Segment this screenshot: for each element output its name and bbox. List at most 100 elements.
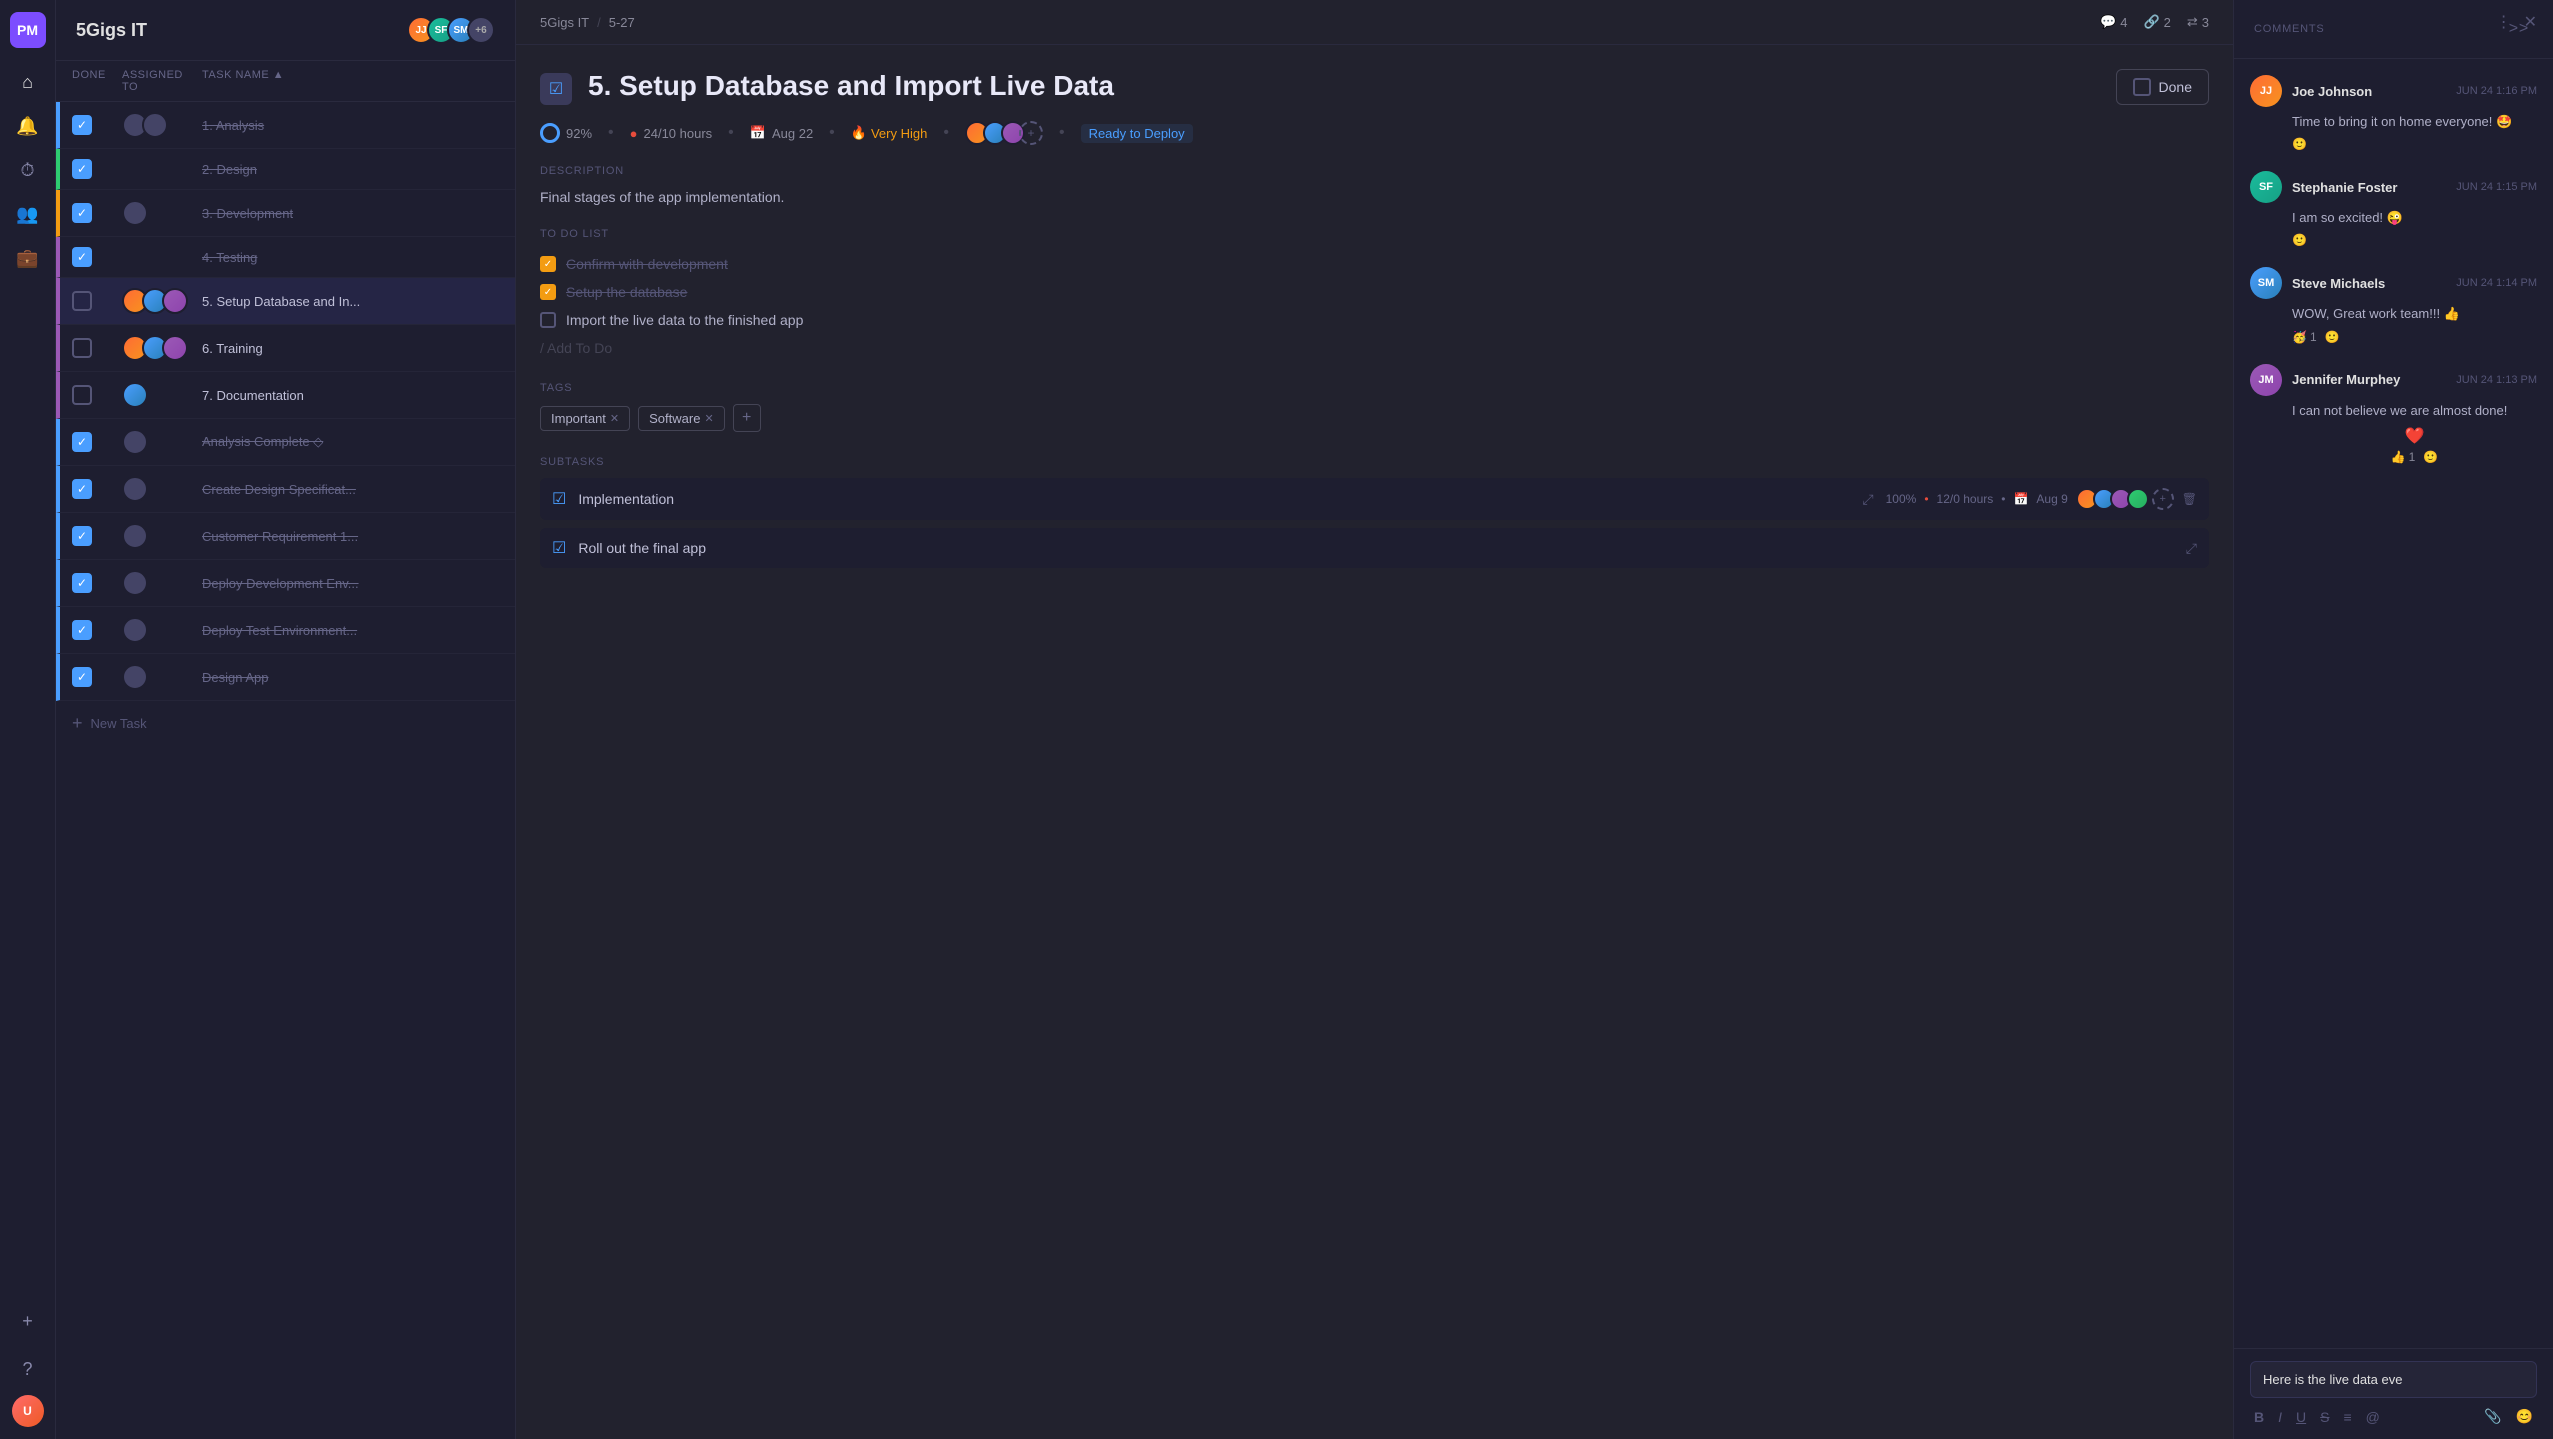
tag-label: Software: [649, 411, 700, 426]
more-options-button[interactable]: ⋮: [2496, 12, 2512, 32]
mention-button[interactable]: @: [2362, 1407, 2384, 1427]
task-checkbox[interactable]: [72, 385, 92, 405]
briefcase-icon[interactable]: 💼: [10, 240, 46, 276]
comments-title: COMMENTS: [2254, 23, 2325, 35]
task-row[interactable]: ✓ 2. Design: [56, 149, 515, 190]
priority-icon: 🔥: [851, 125, 867, 141]
attach-button[interactable]: 📎: [2480, 1406, 2505, 1427]
add-assignee-button[interactable]: +: [1019, 121, 1043, 145]
task-row[interactable]: ✓ Customer Requirement 1...: [56, 513, 515, 560]
comment-badge[interactable]: 💬 4: [2100, 14, 2127, 30]
task-checkbox[interactable]: ✓: [72, 432, 92, 452]
todo-checkbox[interactable]: ✓: [540, 284, 556, 300]
task-row[interactable]: ✓ 4. Testing: [56, 237, 515, 278]
tag-important: Important ✕: [540, 406, 630, 431]
task-name: Analysis Complete ◇: [202, 434, 503, 450]
done-button[interactable]: Done: [2116, 69, 2209, 105]
delete-subtask[interactable]: 🗑: [2182, 492, 2197, 506]
task-row[interactable]: ✓ 1. Analysis: [56, 102, 515, 149]
comment-input[interactable]: [2250, 1361, 2537, 1398]
todo-text: Setup the database: [566, 284, 687, 300]
comment-reactions: 🙂: [2250, 233, 2537, 247]
list-button[interactable]: ≡: [2339, 1407, 2355, 1427]
emoji-reaction-button[interactable]: 🙂: [2292, 233, 2307, 247]
task-assignee: [122, 570, 202, 596]
comment-time: JUN 24 1:13 PM: [2456, 374, 2537, 386]
todo-item: Import the live data to the finished app: [540, 306, 2209, 334]
underline-button[interactable]: U: [2292, 1407, 2310, 1427]
add-icon[interactable]: +: [10, 1303, 46, 1339]
strikethrough-button[interactable]: S: [2316, 1407, 2333, 1427]
task-checkbox[interactable]: ✓: [72, 159, 92, 179]
detail-breadcrumb: 5Gigs IT / 5-27 💬 4 🔗 2 ⇄ 3: [516, 0, 2233, 45]
question-icon[interactable]: ?: [10, 1351, 46, 1387]
task-row[interactable]: ✓ Design App: [56, 654, 515, 701]
close-button[interactable]: ✕: [2524, 12, 2537, 32]
task-row[interactable]: ✓ Deploy Test Environment...: [56, 607, 515, 654]
task-checkbox[interactable]: [72, 338, 92, 358]
task-list-panel: 5Gigs IT JJ SF SM +6 DONE ASSIGNED TO TA…: [56, 0, 516, 1439]
subtask-type-icon: ☑: [552, 538, 566, 558]
subtask-external-link[interactable]: ⤢: [1862, 491, 1873, 508]
task-row[interactable]: 7. Documentation: [56, 372, 515, 419]
comment-toolbar: B I U S ≡ @ 📎 😊: [2250, 1406, 2537, 1427]
task-row-selected[interactable]: 5. Setup Database and In...: [56, 278, 515, 325]
task-row[interactable]: ✓ Create Design Specificat...: [56, 466, 515, 513]
emoji-reaction-button[interactable]: 🙂: [2292, 137, 2307, 151]
task-checkbox[interactable]: ✓: [72, 526, 92, 546]
comment-header: SF Stephanie Foster JUN 24 1:15 PM: [2250, 171, 2537, 203]
task-checkbox[interactable]: ✓: [72, 479, 92, 499]
tag-remove-button[interactable]: ✕: [704, 412, 713, 425]
task-checkbox[interactable]: ✓: [72, 573, 92, 593]
comment-item: SF Stephanie Foster JUN 24 1:15 PM I am …: [2250, 171, 2537, 247]
add-tag-button[interactable]: +: [733, 404, 761, 432]
todo-checkbox[interactable]: ✓: [540, 256, 556, 272]
comment-text: WOW, Great work team!!! 👍: [2250, 305, 2537, 323]
task-row[interactable]: ✓ Deploy Development Env...: [56, 560, 515, 607]
users-icon[interactable]: 👥: [10, 196, 46, 232]
emoji-reaction-button[interactable]: 🙂: [2423, 450, 2438, 464]
tag-label: Important: [551, 411, 606, 426]
subtask-progress: 100%: [1886, 492, 1917, 506]
reaction-button[interactable]: 👍 1: [2391, 450, 2416, 464]
new-task-row[interactable]: + New Task: [56, 701, 515, 746]
description-text: Final stages of the app implementation.: [540, 187, 2209, 208]
task-checkbox[interactable]: ✓: [72, 667, 92, 687]
subtask-external-link[interactable]: ⤢: [2186, 540, 2197, 557]
task-row[interactable]: ✓ 3. Development: [56, 190, 515, 237]
task-name: 6. Training: [202, 341, 503, 356]
subtask-name: Implementation: [578, 491, 1850, 507]
task-name: Customer Requirement 1...: [202, 529, 503, 544]
task-checkbox[interactable]: [72, 291, 92, 311]
todo-checkbox[interactable]: [540, 312, 556, 328]
tag-remove-button[interactable]: ✕: [610, 412, 619, 425]
comment-icon: 💬: [2100, 14, 2116, 30]
assignee-avatar: [122, 664, 148, 690]
task-row[interactable]: 6. Training: [56, 325, 515, 372]
sidebar-nav: PM ⌂ 🔔 ⏱ 👥 💼 + ? U: [0, 0, 56, 1439]
user-avatar[interactable]: U: [12, 1395, 44, 1427]
link-badge[interactable]: 🔗 2: [2143, 14, 2170, 30]
task-row[interactable]: ✓ Analysis Complete ◇: [56, 419, 515, 466]
add-assignee-button[interactable]: +: [2152, 488, 2174, 510]
task-checkbox[interactable]: ✓: [72, 247, 92, 267]
home-icon[interactable]: ⌂: [10, 64, 46, 100]
task-checkbox[interactable]: ✓: [72, 620, 92, 640]
clock-icon[interactable]: ⏱: [10, 152, 46, 188]
subtask-badge[interactable]: ⇄ 3: [2187, 14, 2209, 30]
app-logo[interactable]: PM: [10, 12, 46, 48]
add-todo-input[interactable]: / Add To Do: [540, 334, 2209, 362]
task-name: Create Design Specificat...: [202, 482, 503, 497]
emoji-reaction-button[interactable]: 🙂: [2325, 330, 2340, 344]
done-label: Done: [2159, 79, 2192, 95]
task-checkbox[interactable]: ✓: [72, 203, 92, 223]
bold-button[interactable]: B: [2250, 1407, 2268, 1427]
task-checkbox[interactable]: ✓: [72, 115, 92, 135]
emoji-button[interactable]: 😊: [2512, 1406, 2537, 1427]
breadcrumb-project[interactable]: 5Gigs IT: [540, 15, 589, 30]
bell-icon[interactable]: 🔔: [10, 108, 46, 144]
assignee-avatar: [162, 288, 188, 314]
italic-button[interactable]: I: [2274, 1407, 2286, 1427]
reaction-button[interactable]: 🥳 1: [2292, 330, 2317, 344]
comment-header: SM Steve Michaels JUN 24 1:14 PM: [2250, 267, 2537, 299]
